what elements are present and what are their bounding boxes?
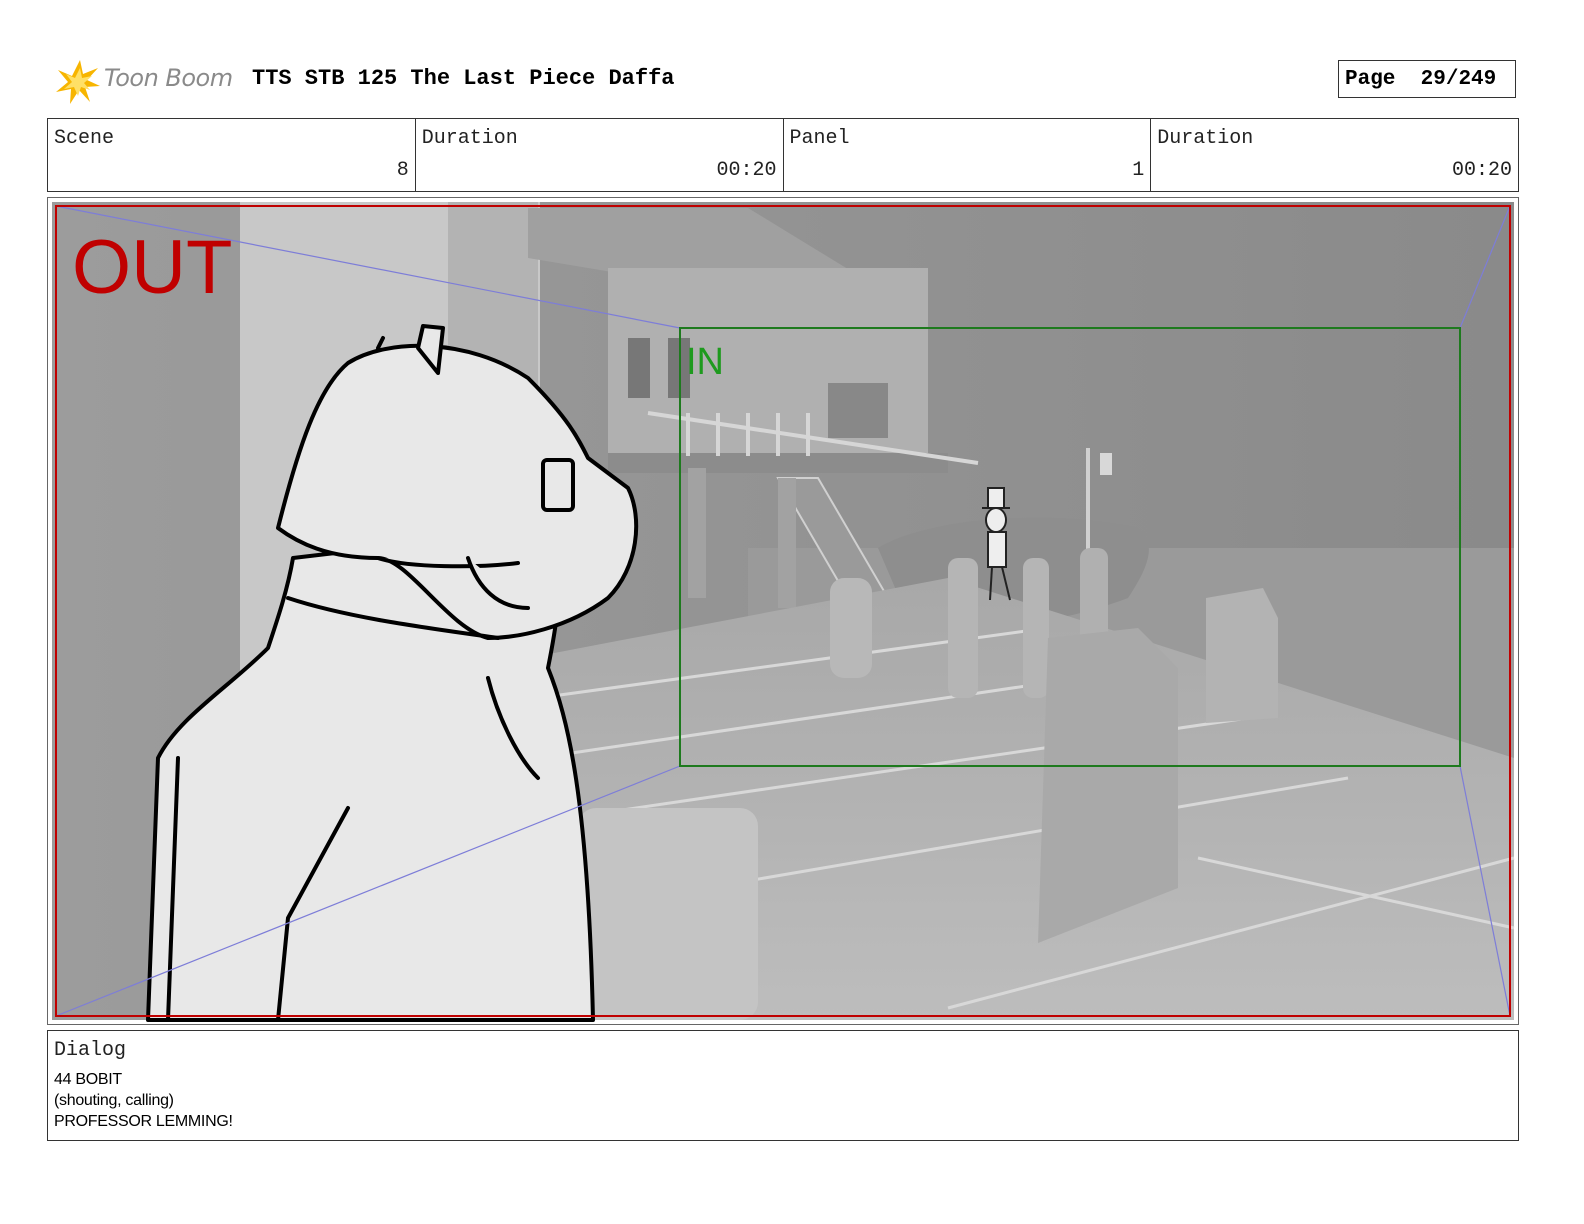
dialog-line-speech: PROFESSOR LEMMING! (54, 1113, 233, 1130)
dialog-line-character: 44 BOBIT (54, 1071, 122, 1088)
scene-duration-cell: Duration 00:20 (416, 119, 784, 191)
support-post-1 (688, 468, 706, 598)
page-number: 29/249 (1420, 68, 1497, 91)
panel-duration-cell: Duration 00:20 (1151, 119, 1518, 191)
panel-duration-value: 00:20 (1451, 159, 1512, 182)
building-window-1 (628, 338, 650, 398)
piling-1 (830, 578, 872, 678)
foreground-block (578, 808, 758, 1020)
scene-label: Scene (54, 127, 115, 150)
scene-value: 8 (396, 159, 409, 182)
panel-cell: Panel 1 (784, 119, 1152, 191)
out-label: OUT (72, 225, 232, 310)
building-window-3 (828, 383, 888, 438)
page-indicator: Page 29/249 (1338, 60, 1516, 98)
panel-value: 1 (1132, 159, 1145, 182)
piling-large (1038, 628, 1178, 943)
support-post-2 (778, 478, 796, 608)
panel-info-row: Scene 8 Duration 00:20 Panel 1 Duration … (47, 118, 1519, 192)
in-label: IN (686, 341, 724, 383)
logo-text: Toon Boom (104, 64, 233, 92)
panel-label: Panel (789, 127, 850, 150)
storyboard-frame: IN OUT (47, 197, 1519, 1025)
document-title: TTS STB 125 The Last Piece Daffa (252, 66, 675, 91)
piling-2 (948, 558, 978, 698)
lamp (1100, 453, 1112, 475)
dialog-line-direction: (shouting, calling) (54, 1092, 174, 1109)
scene-cell: Scene 8 (48, 119, 416, 191)
toon-boom-logo: Toon Boom (52, 56, 242, 106)
piling-5 (1206, 588, 1278, 723)
star-burst-icon (56, 60, 100, 104)
dialog-box: Dialog 44 BOBIT (shouting, calling) PROF… (47, 1030, 1519, 1141)
scene-duration-label: Duration (421, 127, 518, 150)
scene-duration-value: 00:20 (716, 159, 777, 182)
dialog-label: Dialog (54, 1039, 127, 1062)
piling-3 (1023, 558, 1049, 698)
storyboard-drawing: IN OUT (52, 202, 1515, 1022)
panel-duration-label: Duration (1157, 127, 1254, 150)
page-label: Page (1345, 68, 1396, 91)
